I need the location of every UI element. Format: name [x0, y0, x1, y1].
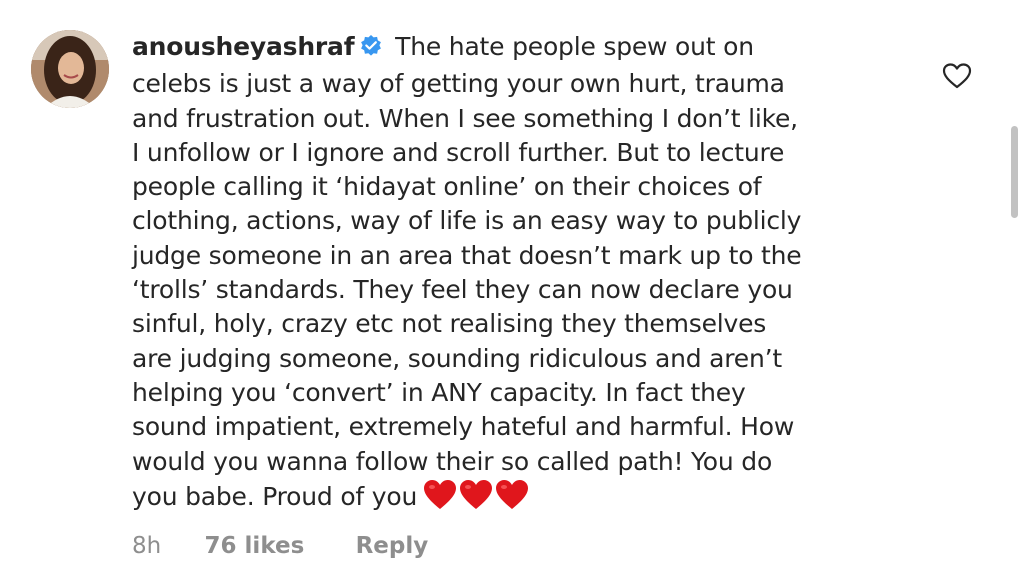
- comment-text: The hate people spew out on celebs is ju…: [132, 32, 802, 511]
- heart-outline-icon[interactable]: [942, 62, 972, 90]
- comment: anousheyashraf The hate people spew out …: [0, 0, 1024, 586]
- comment-body: anousheyashraf The hate people spew out …: [132, 30, 892, 520]
- red-heart-icon: [424, 479, 457, 509]
- comment-time: 8h: [132, 533, 162, 559]
- red-heart-icon: [460, 479, 493, 509]
- avatar[interactable]: [31, 30, 109, 108]
- verified-badge-icon: [359, 33, 383, 67]
- likes-count-button[interactable]: 76 likes: [205, 533, 305, 559]
- heart-emojis: ❤️❤️❤️: [423, 479, 531, 520]
- username[interactable]: anousheyashraf: [132, 32, 355, 61]
- avatar-photo: [31, 30, 109, 108]
- comment-meta: 8h 76 likes Reply: [132, 533, 428, 559]
- red-heart-icon: [496, 479, 529, 509]
- reply-button[interactable]: Reply: [356, 533, 429, 559]
- scrollbar[interactable]: [1011, 126, 1018, 218]
